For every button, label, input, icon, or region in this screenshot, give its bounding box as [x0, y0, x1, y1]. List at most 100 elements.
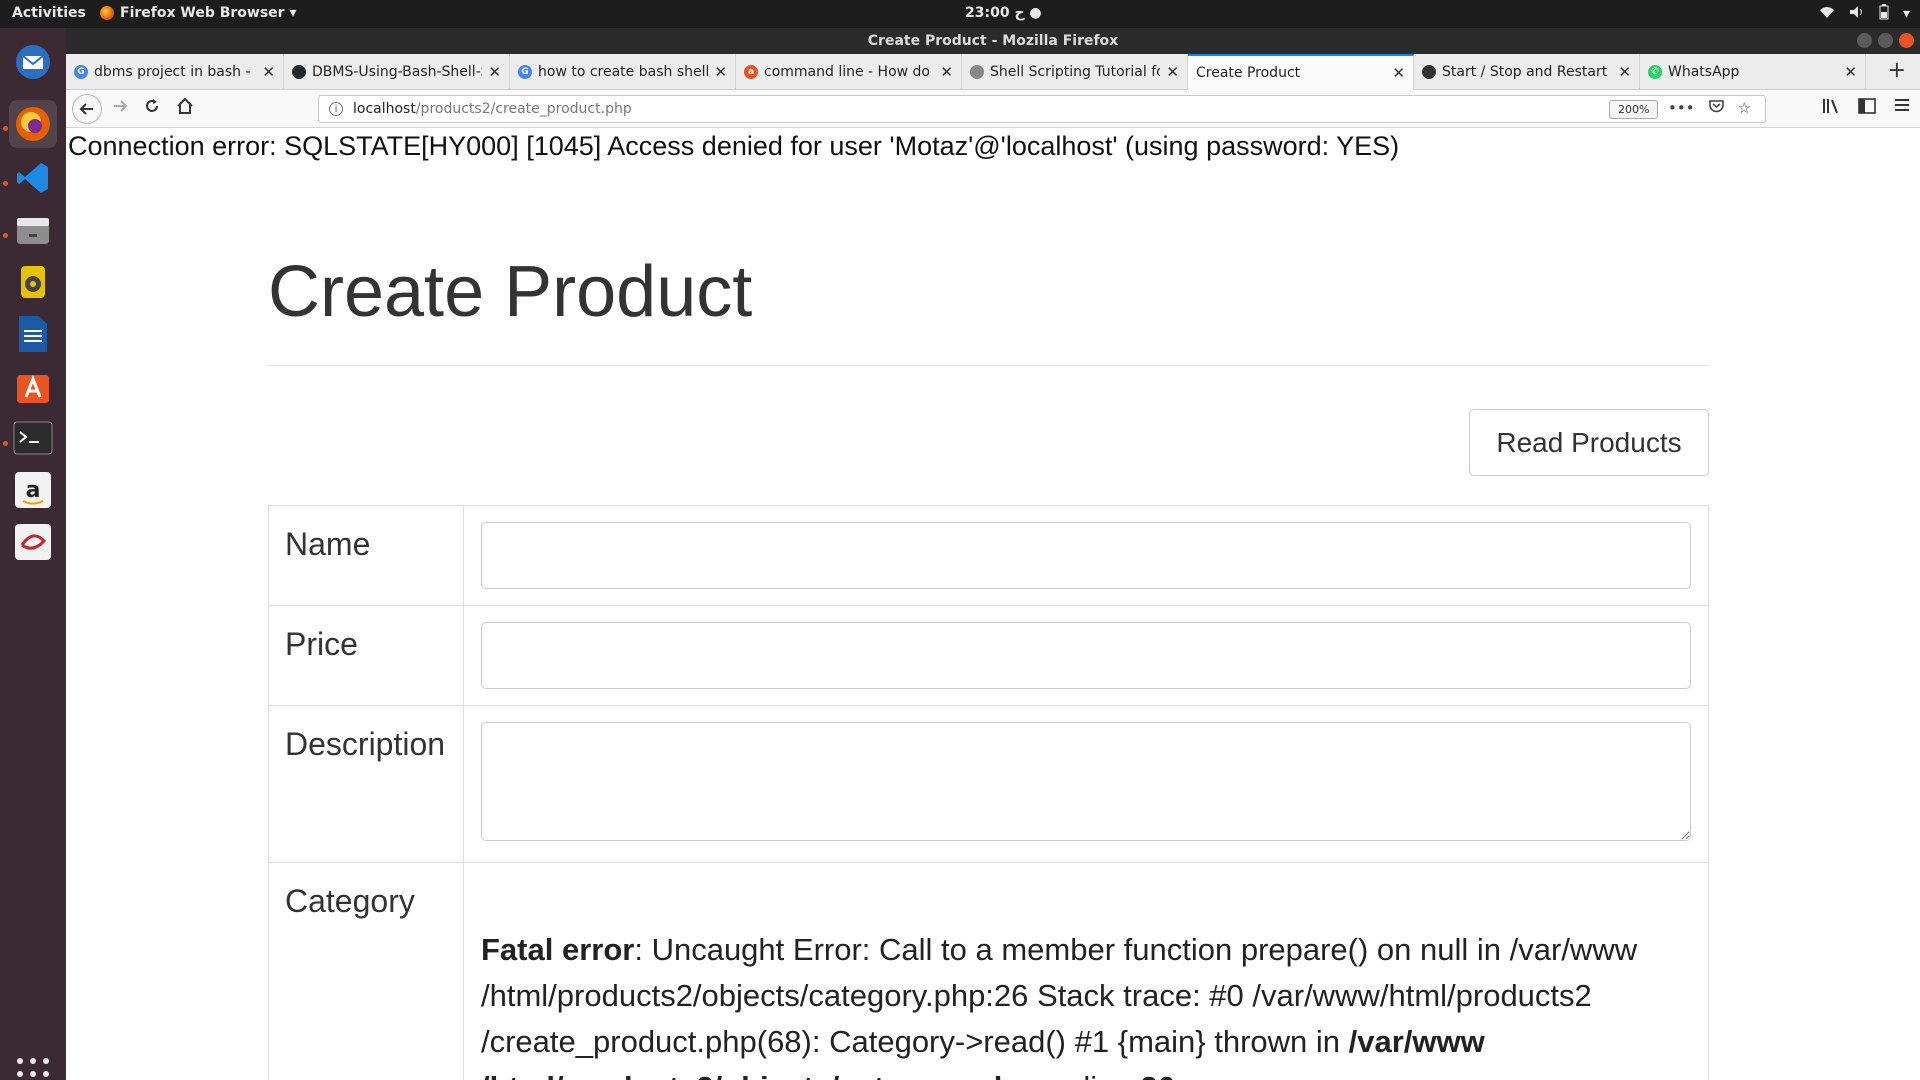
name-input[interactable] [481, 522, 1691, 589]
dock-rhythmbox-icon[interactable] [9, 258, 57, 306]
tab-github-dbms[interactable]: DBMS-Using-Bash-Shell-S ✕ [284, 54, 510, 90]
show-applications-icon[interactable] [17, 1058, 49, 1080]
bookmark-star-icon[interactable]: ☆ [1738, 99, 1751, 117]
window-title: Create Product - Mozilla Firefox [867, 33, 1119, 49]
power-menu-icon[interactable]: ▾ [1903, 6, 1910, 22]
google-icon: G [74, 65, 88, 79]
fatal-error-line: 26 [1140, 1070, 1174, 1080]
dock-writer-icon[interactable] [9, 310, 57, 358]
zoom-indicator[interactable]: 200% [1609, 100, 1659, 119]
url-host: localhost [353, 101, 416, 117]
github-icon [292, 65, 306, 79]
tab-start-stop[interactable]: Start / Stop and Restart ✕ [1414, 54, 1640, 90]
dock-files-icon[interactable] [9, 206, 57, 254]
close-window-button[interactable] [1899, 33, 1914, 48]
back-button[interactable] [72, 94, 102, 124]
dock-vscode-icon[interactable] [9, 154, 57, 202]
forward-button[interactable] [112, 98, 128, 119]
running-indicator [3, 126, 8, 131]
askubuntu-icon: a [744, 65, 758, 79]
tab-strip: G dbms project in bash - ... ✕ DBMS-Usin… [66, 54, 1920, 90]
minimize-button[interactable] [1857, 33, 1872, 48]
form-row-name: Name [269, 506, 1708, 606]
home-icon[interactable] [176, 97, 194, 120]
sidebar-icon[interactable] [1858, 98, 1876, 118]
pocket-icon[interactable] [1708, 99, 1724, 117]
close-tab-icon[interactable]: ✕ [1392, 64, 1405, 82]
maximize-button[interactable] [1878, 33, 1893, 48]
system-tray[interactable]: ▾ [1819, 4, 1910, 24]
create-product-form: Name Price Description Category Fatal er… [268, 505, 1709, 1080]
url-bar[interactable]: i localhost/products2/create_product.php… [318, 95, 1766, 123]
tab-label: WhatsApp [1668, 64, 1740, 80]
toolbar-right [1822, 98, 1910, 118]
price-label: Price [269, 606, 464, 705]
dock-thunderbird-icon[interactable] [9, 38, 57, 86]
clock[interactable]: ح 23:00 ● [965, 5, 1042, 21]
close-tab-icon[interactable]: ✕ [940, 63, 953, 81]
google-icon: G [518, 65, 532, 79]
hamburger-menu-icon[interactable] [1894, 98, 1910, 118]
activities-button[interactable]: Activities [12, 5, 86, 21]
tab-whatsapp[interactable]: ✆ WhatsApp ✕ [1640, 54, 1866, 90]
fatal-error-message: Fatal error: Uncaught Error: Call to a m… [481, 879, 1691, 1080]
description-label: Description [269, 706, 464, 862]
system-top-bar: Activities Firefox Web Browser ▾ ح 23:00… [0, 0, 1920, 28]
tab-label: DBMS-Using-Bash-Shell-S [312, 64, 483, 80]
tab-dbms-project[interactable]: G dbms project in bash - ... ✕ [66, 54, 284, 90]
page-title: Create Product [268, 252, 753, 332]
tab-command-line[interactable]: a command line - How do I ✕ [736, 54, 962, 90]
battery-icon[interactable] [1879, 4, 1889, 24]
library-icon[interactable] [1822, 98, 1840, 118]
app-menu[interactable]: Firefox Web Browser ▾ [100, 5, 296, 21]
tab-label: Shell Scripting Tutorial fo [990, 64, 1161, 80]
url-bar-actions: ••• ☆ [1668, 99, 1751, 117]
dock-amazon-icon[interactable]: a [9, 466, 57, 514]
connection-error-message: Connection error: SQLSTATE[HY000] [1045]… [68, 131, 1400, 161]
svg-text:a: a [26, 478, 41, 503]
page-content: Connection error: SQLSTATE[HY000] [1045]… [66, 129, 1920, 1080]
dock-firefox-icon[interactable] [9, 100, 57, 148]
title-divider [268, 365, 1709, 366]
close-tab-icon[interactable]: ✕ [1166, 63, 1179, 81]
tab-shell-scripting[interactable]: Shell Scripting Tutorial fo ✕ [962, 54, 1188, 90]
new-tab-icon[interactable]: + [1888, 58, 1906, 83]
close-tab-icon[interactable]: ✕ [488, 63, 501, 81]
page-actions-icon[interactable]: ••• [1668, 99, 1695, 117]
tab-label: how to create bash shell [538, 64, 709, 80]
dock-software-center-icon[interactable] [9, 362, 57, 410]
description-textarea[interactable] [481, 722, 1691, 841]
category-label: Category [269, 863, 464, 1080]
tab-bash-shell[interactable]: G how to create bash shell ✕ [510, 54, 736, 90]
name-label: Name [269, 506, 464, 605]
reload-icon[interactable] [144, 98, 160, 119]
read-products-button[interactable]: Read Products [1469, 409, 1709, 476]
tab-label: dbms project in bash - ... [94, 64, 257, 80]
ubuntu-dock: a [0, 28, 66, 1080]
site-info-icon[interactable]: i [329, 102, 343, 116]
tab-create-product[interactable]: Create Product ✕ [1188, 54, 1414, 90]
firefox-icon [100, 6, 114, 20]
dock-remote-desktop-icon[interactable] [9, 518, 57, 566]
running-indicator [3, 181, 8, 186]
running-indicator [3, 441, 8, 446]
fatal-error-prefix: Fatal error [481, 932, 635, 967]
globe-icon [970, 65, 984, 79]
dock-terminal-icon[interactable] [9, 414, 57, 462]
window-controls [1857, 33, 1914, 48]
wifi-icon[interactable] [1819, 5, 1835, 23]
app-menu-label: Firefox Web Browser ▾ [120, 5, 297, 21]
tab-label: Create Product [1196, 65, 1301, 81]
close-tab-icon[interactable]: ✕ [262, 63, 275, 81]
close-tab-icon[interactable]: ✕ [714, 63, 727, 81]
window-title-bar: Create Product - Mozilla Firefox [66, 28, 1920, 54]
close-tab-icon[interactable]: ✕ [1844, 63, 1857, 81]
tab-label: Start / Stop and Restart [1442, 64, 1608, 80]
volume-icon[interactable] [1849, 5, 1865, 23]
price-input[interactable] [481, 622, 1691, 689]
form-row-price: Price [269, 606, 1708, 706]
whatsapp-icon: ✆ [1648, 65, 1662, 79]
url-path: /products2/create_product.php [415, 101, 632, 117]
close-tab-icon[interactable]: ✕ [1618, 63, 1631, 81]
penguin-icon [1422, 65, 1436, 79]
